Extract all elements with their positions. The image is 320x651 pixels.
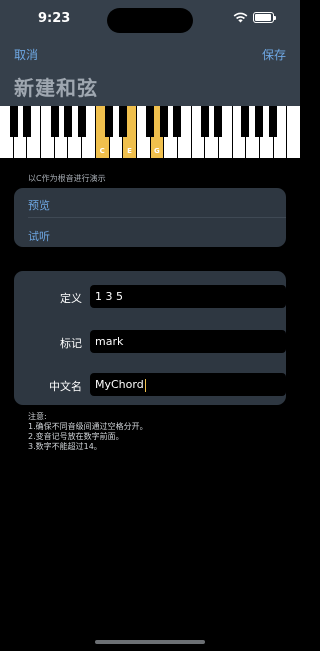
status-time: 9:23 [38,11,71,26]
key-note-label: G [154,147,160,155]
notes: 注意: 1.确保不同音级间通过空格分开。 2.变音记号放在数字前面。 3.数字不… [28,412,148,452]
piano-black-key[interactable] [50,106,59,137]
status-icons [233,12,276,23]
page-title: 新建和弦 [14,76,98,100]
divider [28,217,286,218]
piano-black-key[interactable] [255,106,264,137]
piano-black-key[interactable] [23,106,32,137]
key-note-label: C [99,147,105,155]
piano-black-key[interactable] [64,106,73,137]
definition-value: 1 3 5 [95,290,123,303]
piano-black-key[interactable] [173,106,182,137]
preview-button[interactable]: 预览 [28,197,50,213]
demo-card: 预览 试听 [14,188,286,247]
battery-icon [253,12,276,23]
piano-black-key[interactable] [118,106,127,137]
piano-black-key[interactable] [214,106,223,137]
home-indicator [95,640,205,644]
cancel-button[interactable]: 取消 [14,46,38,63]
piano-black-key[interactable] [9,106,18,137]
notes-line: 3.数字不能超过14。 [28,442,102,451]
piano-black-key[interactable] [200,106,209,137]
definition-label: 定义 [60,292,82,305]
piano-black-key[interactable] [241,106,250,137]
audition-button[interactable]: 试听 [28,228,50,244]
mark-label: 标记 [60,337,82,350]
definition-field[interactable]: 1 3 5 [90,285,286,308]
chinese-name-label: 中文名 [49,380,82,393]
piano-black-key[interactable] [159,106,168,137]
mark-value: mark [95,335,124,348]
piano-black-key[interactable] [146,106,154,137]
wifi-icon [233,12,248,23]
header: 9:23 取消 保存 新建和弦 C E G [0,0,301,160]
chord-form-card: 定义 1 3 5 标记 mark 中文名 MyChord [14,271,286,405]
demo-root-label: 以C作为根音进行演示 [28,174,106,183]
piano-white-key[interactable] [287,106,301,158]
dynamic-island [107,8,193,33]
chinese-name-value: MyChord [95,378,144,391]
key-note-label: E [127,147,132,155]
piano-black-key[interactable] [105,106,114,137]
text-cursor [144,378,146,392]
piano-black-key[interactable] [77,106,86,137]
battery-level [255,14,272,21]
mark-field[interactable]: mark [90,330,286,353]
piano-black-key[interactable] [268,106,277,137]
chinese-name-field[interactable]: MyChord [90,373,286,396]
notes-line: 2.变音记号放在数字前面。 [28,432,124,441]
notes-title: 注意: [28,412,47,421]
notes-line: 1.确保不同音级间通过空格分开。 [28,422,148,431]
save-button[interactable]: 保存 [262,46,286,63]
piano-keyboard[interactable]: CEG [0,106,301,160]
